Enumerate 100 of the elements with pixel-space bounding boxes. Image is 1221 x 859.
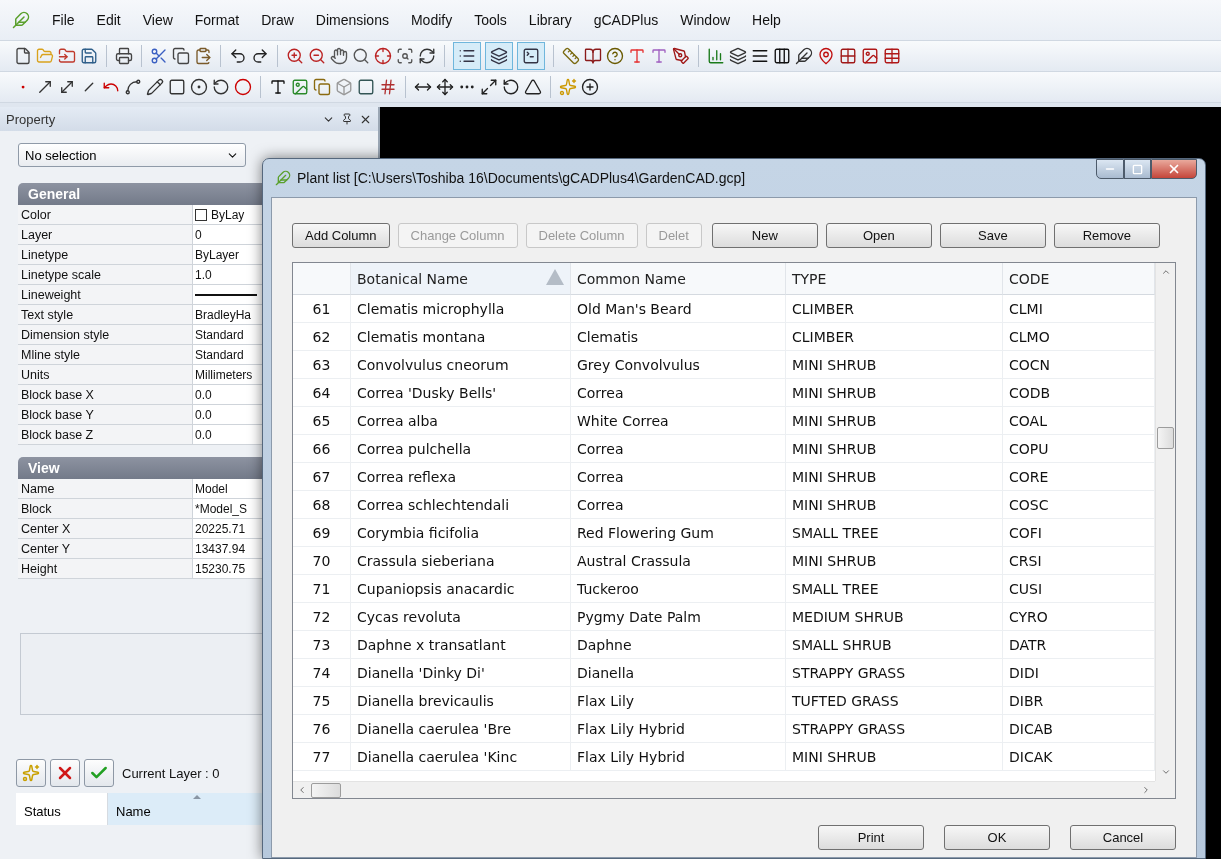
zoom-out-icon[interactable] bbox=[308, 47, 326, 65]
menu-item[interactable]: Draw bbox=[261, 12, 294, 28]
close-button[interactable] bbox=[1151, 159, 1197, 179]
view-toggle-button[interactable] bbox=[517, 42, 545, 70]
frame-icon[interactable] bbox=[357, 78, 375, 96]
dialog-button[interactable]: OK bbox=[944, 825, 1050, 850]
pencil-icon[interactable] bbox=[146, 78, 164, 96]
table-cell: Dianella brevicaulis bbox=[351, 687, 571, 715]
redo-icon[interactable] bbox=[251, 47, 269, 65]
bars-icon[interactable] bbox=[707, 47, 725, 65]
toolbar-button[interactable]: New bbox=[711, 223, 818, 248]
property-value: 0.0 bbox=[195, 387, 212, 402]
zoom-window-icon[interactable] bbox=[396, 47, 414, 65]
ruler-icon[interactable] bbox=[562, 47, 580, 65]
view-toggle-button[interactable] bbox=[485, 42, 513, 70]
vertical-scrollbar[interactable] bbox=[1155, 263, 1175, 781]
menu-item[interactable]: Dimensions bbox=[315, 12, 389, 28]
table-cell: Convolvulus cneorum bbox=[351, 351, 571, 379]
hatch-icon[interactable] bbox=[379, 78, 397, 96]
rectangle-icon[interactable] bbox=[168, 78, 186, 96]
arrow-icon[interactable] bbox=[36, 78, 54, 96]
table-cell: Pygmy Date Palm bbox=[571, 603, 786, 631]
image-icon[interactable] bbox=[861, 47, 879, 65]
printer-icon[interactable] bbox=[115, 47, 133, 65]
column-header[interactable]: Status bbox=[16, 793, 108, 825]
angle-icon[interactable] bbox=[524, 78, 542, 96]
grid-icon[interactable] bbox=[839, 47, 857, 65]
column-header[interactable]: TYPE bbox=[786, 263, 1003, 295]
column-header[interactable]: Common Name bbox=[571, 263, 786, 295]
toolbar-button[interactable]: Open bbox=[825, 223, 932, 248]
copy-icon[interactable] bbox=[172, 47, 190, 65]
delete-layer-button[interactable] bbox=[50, 759, 80, 787]
pin-icon[interactable] bbox=[341, 113, 353, 125]
menu-item[interactable]: Modify bbox=[410, 12, 453, 28]
feather-icon[interactable] bbox=[795, 47, 813, 65]
lines-icon[interactable] bbox=[751, 47, 769, 65]
list-icon[interactable] bbox=[458, 47, 476, 65]
cut-icon[interactable] bbox=[150, 47, 168, 65]
menu-item[interactable]: Tools bbox=[474, 12, 507, 28]
new-file-icon[interactable] bbox=[14, 47, 32, 65]
book-icon[interactable] bbox=[584, 47, 602, 65]
move-icon[interactable] bbox=[436, 78, 454, 96]
folder-icon[interactable] bbox=[58, 47, 76, 65]
maximize-button[interactable] bbox=[1124, 159, 1151, 179]
row-number: 67 bbox=[293, 463, 351, 491]
save-icon[interactable] bbox=[80, 47, 98, 65]
text-icon[interactable] bbox=[269, 78, 287, 96]
type-icon[interactable] bbox=[650, 47, 668, 65]
column-header[interactable]: CODE bbox=[1003, 263, 1155, 295]
double-arrow-icon[interactable] bbox=[58, 78, 76, 96]
set-current-button[interactable] bbox=[84, 759, 114, 787]
row-number: 75 bbox=[293, 687, 351, 715]
rotate-icon[interactable] bbox=[502, 78, 520, 96]
dialog-button[interactable]: Cancel bbox=[1070, 825, 1176, 850]
circle-icon[interactable] bbox=[190, 78, 208, 96]
menu-item[interactable]: Edit bbox=[96, 12, 121, 28]
view-toggle-button[interactable] bbox=[453, 42, 481, 70]
image-icon[interactable] bbox=[291, 78, 309, 96]
toolbar-button[interactable]: Save bbox=[939, 223, 1046, 248]
scale-icon[interactable] bbox=[480, 78, 498, 96]
paste-icon[interactable] bbox=[194, 47, 212, 65]
menu-item[interactable]: Library bbox=[528, 12, 572, 28]
layers-icon[interactable] bbox=[729, 47, 747, 65]
table-cell: MINI SHRUB bbox=[786, 407, 1003, 435]
add-icon[interactable] bbox=[581, 78, 599, 96]
columns-icon[interactable] bbox=[773, 47, 791, 65]
new-layer-button[interactable] bbox=[16, 759, 46, 787]
refresh-icon[interactable] bbox=[418, 47, 436, 65]
point-icon[interactable] bbox=[817, 47, 835, 65]
horizontal-scrollbar[interactable] bbox=[293, 781, 1155, 798]
column-header[interactable]: Botanical Name bbox=[351, 263, 571, 295]
table-cell: Old Man's Beard bbox=[571, 295, 786, 323]
menu-item[interactable]: Help bbox=[752, 12, 781, 28]
selection-dropdown[interactable]: No selection bbox=[18, 143, 246, 167]
leaf-logo-icon bbox=[12, 11, 30, 29]
pen-icon[interactable] bbox=[672, 47, 690, 65]
type-icon[interactable] bbox=[628, 47, 646, 65]
search-icon[interactable] bbox=[352, 47, 370, 65]
scroll-thumb[interactable] bbox=[311, 782, 341, 798]
table-icon[interactable] bbox=[883, 47, 901, 65]
curve-icon[interactable] bbox=[124, 78, 142, 96]
zoom-in-icon[interactable] bbox=[286, 47, 304, 65]
terminal-icon[interactable] bbox=[522, 47, 540, 65]
hand-icon[interactable] bbox=[330, 47, 348, 65]
menu-item[interactable]: View bbox=[142, 12, 173, 28]
menu-item[interactable]: gCADPlus bbox=[593, 12, 659, 28]
crosshair-icon[interactable] bbox=[374, 47, 392, 65]
toolbar-button[interactable]: Remove bbox=[1053, 223, 1160, 248]
table-cell: Red Flowering Gum bbox=[571, 519, 786, 547]
minimize-button[interactable] bbox=[1096, 159, 1124, 179]
menu-item[interactable]: File bbox=[52, 12, 75, 28]
undo-icon[interactable] bbox=[229, 47, 247, 65]
toolbar-button[interactable]: Add Column bbox=[292, 223, 390, 248]
layers-icon[interactable] bbox=[490, 47, 508, 65]
scroll-thumb[interactable] bbox=[1157, 427, 1174, 449]
property-value: 0.0 bbox=[195, 427, 212, 442]
menu-item[interactable]: Format bbox=[194, 12, 240, 28]
help-icon[interactable] bbox=[606, 47, 624, 65]
menu-item[interactable]: Window bbox=[680, 12, 731, 28]
dialog-button[interactable]: Print bbox=[818, 825, 924, 850]
